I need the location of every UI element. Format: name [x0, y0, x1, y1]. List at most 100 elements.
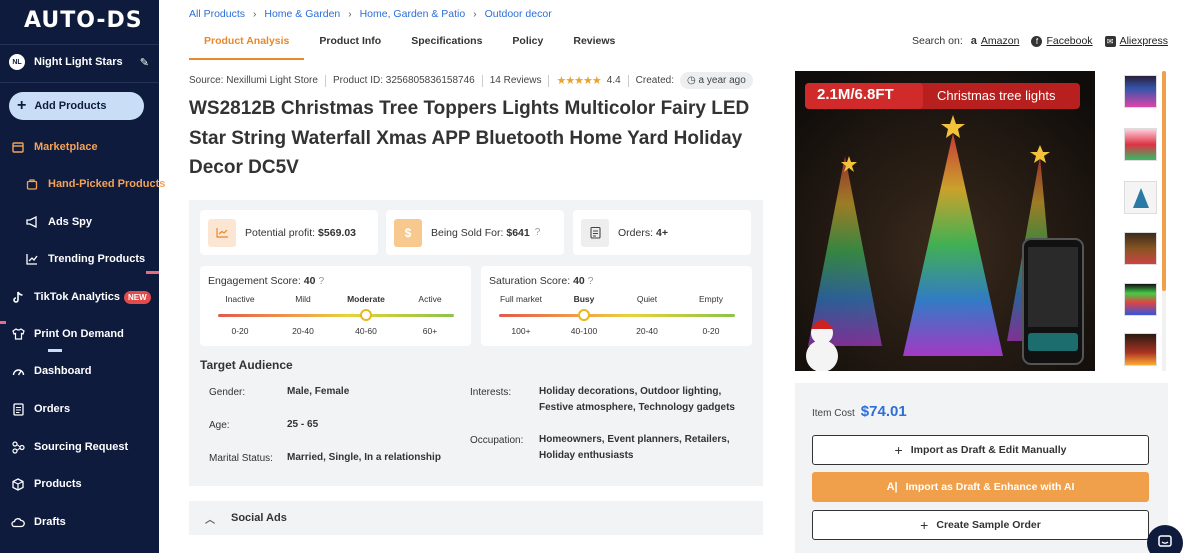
- app: AUTO-DS NL Night Light Stars ✎ + Add Pro…: [0, 0, 1200, 553]
- product-main-image[interactable]: 2.1M/6.8FT Christmas tree lights: [795, 71, 1095, 371]
- chat-widget-button[interactable]: [1147, 525, 1183, 553]
- item-cost-label: Item Cost: [812, 408, 855, 419]
- saturation-indicator: [578, 309, 590, 321]
- sidebar-item-orders[interactable]: Orders: [10, 398, 155, 420]
- social-ads-section[interactable]: ︿ Social Ads: [189, 501, 763, 535]
- orders-value: 4+: [656, 226, 668, 239]
- amazon-link[interactable]: Amazon: [981, 35, 1020, 47]
- aliexpress-link[interactable]: Aliexpress: [1120, 35, 1168, 47]
- gender-label: Gender:: [209, 387, 246, 398]
- sidebar-item-label: Products: [34, 478, 82, 490]
- sidebar-item-tiktok[interactable]: TikTok Analytics NEW: [10, 286, 155, 308]
- facebook-link[interactable]: Facebook: [1046, 35, 1092, 47]
- search-on-bar: Search on: a Amazon f Facebook ✉ Aliexpr…: [912, 35, 1168, 47]
- edit-icon[interactable]: ✎: [140, 56, 149, 69]
- thumbnail[interactable]: [1124, 333, 1157, 366]
- sidebar-item-sourcing[interactable]: Sourcing Request: [10, 436, 155, 458]
- thumbnail-scrollbar-thumb[interactable]: [1162, 71, 1166, 291]
- sold-label: Being Sold For:: [431, 226, 504, 239]
- import-draft-ai-button[interactable]: A| Import as Draft & Enhance with AI: [812, 472, 1149, 502]
- reviews-text: 14 Reviews: [489, 75, 542, 86]
- engagement-title: Engagement Score: 40 ?: [208, 275, 324, 287]
- help-icon[interactable]: ?: [318, 275, 324, 287]
- store-avatar: NL: [9, 54, 25, 70]
- tab-specifications[interactable]: Specifications: [396, 30, 497, 60]
- engagement-indicator: [360, 309, 372, 321]
- accent-mark: [0, 321, 6, 324]
- sidebar-item-label: Hand-Picked Products: [48, 178, 166, 190]
- sidebar-item-marketplace[interactable]: Marketplace: [10, 136, 155, 158]
- image-banner-size: 2.1M/6.8FT: [817, 86, 894, 103]
- interests-label: Interests:: [470, 387, 512, 398]
- thumbnail[interactable]: [1124, 232, 1157, 265]
- sidebar-item-print-on-demand[interactable]: Print On Demand: [10, 323, 155, 345]
- tab-bar: Product Analysis Product Info Specificat…: [189, 30, 630, 60]
- help-icon[interactable]: ?: [588, 275, 594, 287]
- sidebar-item-label: Marketplace: [34, 141, 98, 153]
- thumbnail[interactable]: [1124, 128, 1157, 161]
- sold-value: $641: [506, 226, 530, 239]
- button-label: Import as Draft & Enhance with AI: [905, 481, 1075, 493]
- sidebar-item-label: Drafts: [34, 516, 66, 528]
- sidebar-item-dashboard[interactable]: Dashboard: [10, 360, 155, 382]
- social-ads-label: Social Ads: [231, 512, 287, 524]
- create-sample-order-button[interactable]: + Create Sample Order: [812, 510, 1149, 540]
- tab-product-analysis[interactable]: Product Analysis: [189, 30, 305, 60]
- mail-icon: ✉: [1104, 35, 1116, 47]
- marketplace-icon: [10, 139, 26, 155]
- tab-product-info[interactable]: Product Info: [304, 30, 396, 60]
- sidebar-item-ads-spy[interactable]: Ads Spy: [24, 211, 169, 233]
- cloud-icon: [10, 514, 26, 530]
- age-value: 25 - 65: [287, 419, 319, 430]
- interests-value: Holiday decorations, Outdoor lighting, F…: [539, 386, 735, 413]
- import-draft-manual-button[interactable]: + Import as Draft & Edit Manually: [812, 435, 1149, 465]
- product-meta: Source: Nexillumi Light Store Product ID…: [189, 72, 753, 89]
- megaphone-icon: [24, 214, 40, 230]
- plus-icon: +: [17, 97, 27, 114]
- accent-mark: [146, 271, 159, 274]
- store-switcher[interactable]: NL Night Light Stars ✎: [9, 52, 149, 72]
- engagement-title-label: Engagement Score:: [208, 275, 301, 287]
- sidebar-item-products[interactable]: Products: [10, 473, 155, 495]
- sidebar-item-hand-picked[interactable]: Hand-Picked Products: [24, 173, 169, 195]
- thumbnail[interactable]: [1124, 181, 1157, 214]
- bag-icon: [24, 176, 40, 192]
- store-name: Night Light Stars: [34, 56, 123, 68]
- target-audience-title: Target Audience: [200, 358, 293, 372]
- tab-policy[interactable]: Policy: [497, 30, 558, 60]
- tab-reviews[interactable]: Reviews: [558, 30, 630, 60]
- sidebar-item-trending[interactable]: Trending Products: [24, 248, 169, 270]
- divider: [324, 74, 326, 87]
- chat-icon: [1158, 534, 1172, 552]
- thumbnail[interactable]: [1124, 283, 1157, 316]
- button-label: Import as Draft & Edit Manually: [910, 444, 1067, 456]
- ai-icon: A|: [886, 481, 898, 493]
- sidebar-item-label: TikTok Analytics: [34, 291, 120, 303]
- occupation-value: Homeowners, Event planners, Retailers, H…: [539, 434, 730, 461]
- help-icon[interactable]: ?: [535, 227, 541, 238]
- gauge-icon: [10, 363, 26, 379]
- sidebar-item-label: Dashboard: [34, 365, 92, 377]
- sold-for-card: $ Being Sold For: $641 ?: [386, 210, 564, 255]
- breadcrumb-link[interactable]: All Products: [189, 8, 245, 20]
- potential-profit-card: Potential profit: $569.03: [200, 210, 378, 255]
- add-products-button[interactable]: + Add Products: [9, 92, 144, 120]
- occupation-label: Occupation:: [470, 435, 524, 446]
- sidebar-item-drafts[interactable]: Drafts: [10, 511, 155, 533]
- thumbnail[interactable]: [1124, 75, 1157, 108]
- breadcrumb-link[interactable]: Outdoor decor: [485, 8, 552, 20]
- engagement-level: Mild: [295, 294, 311, 304]
- saturation-level: Empty: [698, 294, 724, 304]
- created-value: a year ago: [698, 75, 746, 86]
- breadcrumb-link[interactable]: Home, Garden & Patio: [360, 8, 466, 20]
- image-banner-text: Christmas tree lights: [937, 88, 1056, 103]
- product-id-text: Product ID: 3256805836158746: [332, 75, 475, 86]
- breadcrumb-link[interactable]: Home & Garden: [264, 8, 340, 20]
- sidebar-item-label: Print On Demand: [34, 328, 124, 340]
- plus-icon: +: [894, 442, 903, 458]
- marital-value: Married, Single, In a relationship: [287, 452, 441, 463]
- rating-value: 4.4: [606, 75, 621, 86]
- chevron-right-icon: ›: [253, 8, 257, 20]
- engagement-range: 20-40: [292, 326, 314, 336]
- product-title: WS2812B Christmas Tree Toppers Lights Mu…: [189, 98, 750, 178]
